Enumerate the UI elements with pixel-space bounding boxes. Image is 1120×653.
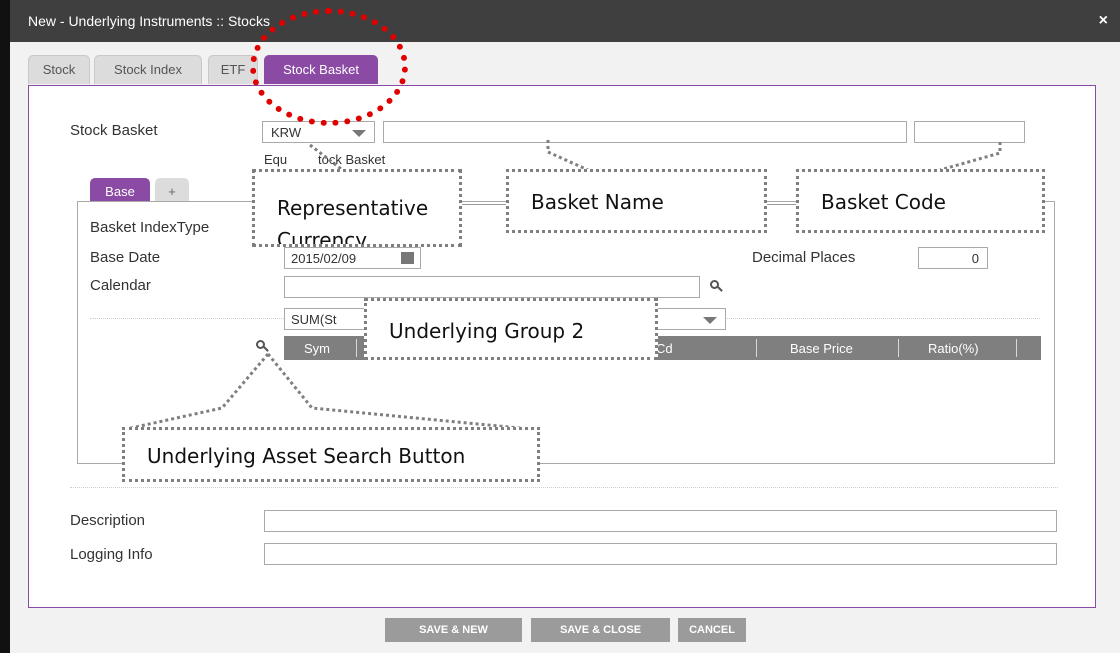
callout-basket-name: Basket Name [506,169,767,233]
callout-search-button: Underlying Asset Search Button [122,427,540,482]
callout-representative-currency: Representative Currency [252,169,462,247]
callout-underlying-group: Underlying Group 2 [364,298,658,360]
highlight-circle [250,8,408,126]
callout-basket-code: Basket Code [796,169,1045,233]
